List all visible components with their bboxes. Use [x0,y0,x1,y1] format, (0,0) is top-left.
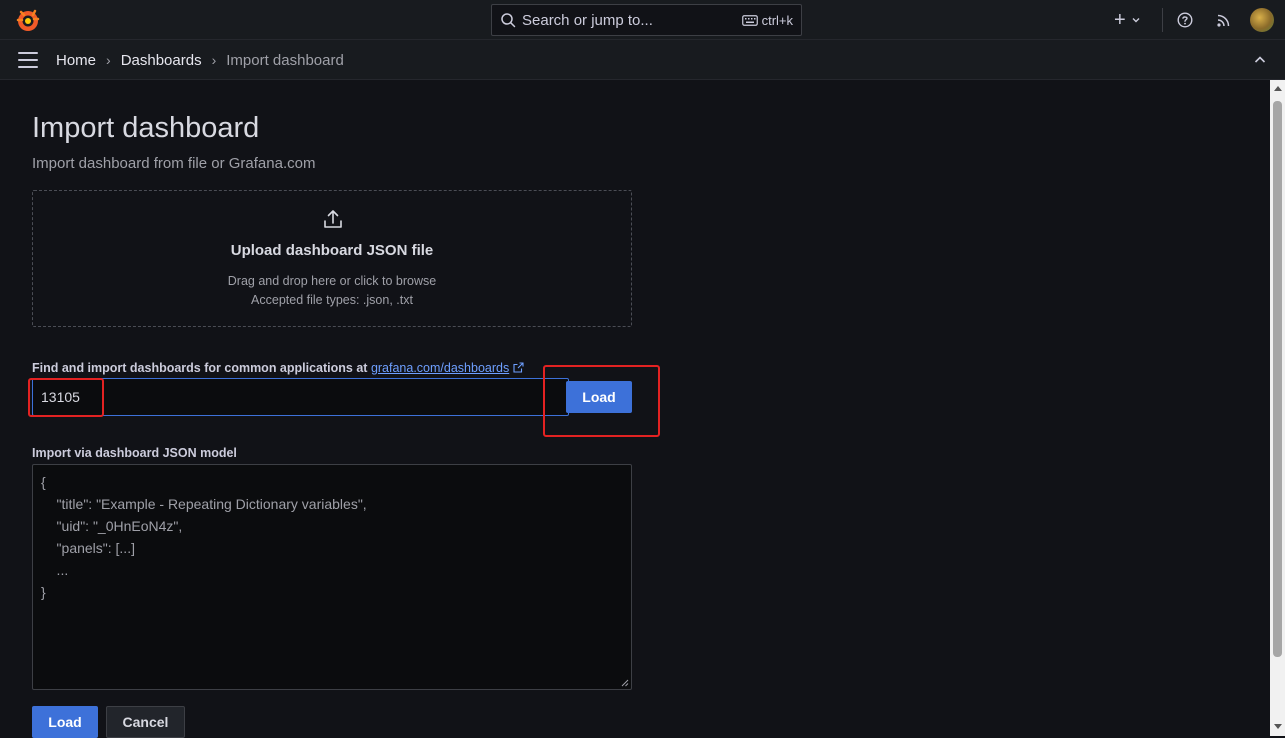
top-bar: Search or jump to... ctrl+k + [0,0,1285,40]
json-line: { [41,474,46,490]
json-line: ... [41,562,69,578]
help-icon[interactable] [1177,12,1193,28]
upload-title: Upload dashboard JSON file [230,242,434,259]
json-model-label: Import via dashboard JSON model [32,446,237,460]
upload-dropzone[interactable]: Upload dashboard JSON file Drag and drop… [32,190,632,327]
breadcrumb-current: Import dashboard [226,51,344,69]
json-line: } [41,584,46,600]
new-menu-button[interactable]: + [1114,0,1141,40]
breadcrumb-separator: › [211,52,217,68]
load-json-button[interactable]: Load [32,706,98,738]
search-icon [501,13,516,28]
plus-icon: + [1114,9,1126,31]
shortcut-text: ctrl+k [761,12,793,28]
json-model-textarea[interactable]: { "title": "Example - Repeating Dictiona… [32,464,632,690]
breadcrumb-home[interactable]: Home [56,52,96,69]
breadcrumb: Home › Dashboards › Import dashboard [56,40,344,80]
upload-accepted-types: Accepted file types: .json, .txt [251,293,413,307]
grafana-com-label-text: Find and import dashboards for common ap… [32,361,368,375]
keyboard-icon [741,14,758,26]
resize-handle-icon[interactable] [621,679,629,687]
page-title: Import dashboard [32,112,260,144]
external-link-icon[interactable] [513,362,524,373]
grafana-com-label: Find and import dashboards for common ap… [32,361,524,375]
search-shortcut: ctrl+k [741,12,793,28]
json-line: "title": "Example - Repeating Dictionary… [41,496,367,512]
search-placeholder: Search or jump to... [522,11,653,29]
breadcrumb-dashboards[interactable]: Dashboards [121,52,202,69]
scroll-up-arrow-icon[interactable] [1274,86,1282,91]
cancel-button[interactable]: Cancel [106,706,185,738]
chevron-down-icon [1132,18,1140,23]
page-subtitle: Import dashboard from file or Grafana.co… [32,155,316,172]
topbar-divider [1162,8,1163,32]
breadcrumb-separator: › [106,52,111,68]
upload-hint: Drag and drop here or click to browse [227,274,437,288]
search-bar[interactable]: Search or jump to... ctrl+k [491,4,802,36]
json-line: "panels": [...] [41,540,135,556]
menu-toggle-icon[interactable] [18,52,38,68]
load-id-button[interactable]: Load [566,381,632,413]
dashboard-id-input[interactable] [32,378,569,416]
grafana-com-link[interactable]: grafana.com/dashboards [371,361,509,375]
news-feed-icon[interactable] [1216,12,1232,28]
grafana-logo-icon[interactable] [15,7,41,33]
scroll-down-arrow-icon[interactable] [1274,724,1282,729]
user-avatar[interactable] [1250,8,1274,32]
scrollbar-thumb[interactable] [1273,101,1282,657]
chevron-up-icon[interactable] [1252,52,1268,68]
breadcrumb-bar: Home › Dashboards › Import dashboard [0,40,1285,80]
upload-icon [324,210,342,228]
json-line: "uid": "_0HnEoN4z", [41,518,183,534]
